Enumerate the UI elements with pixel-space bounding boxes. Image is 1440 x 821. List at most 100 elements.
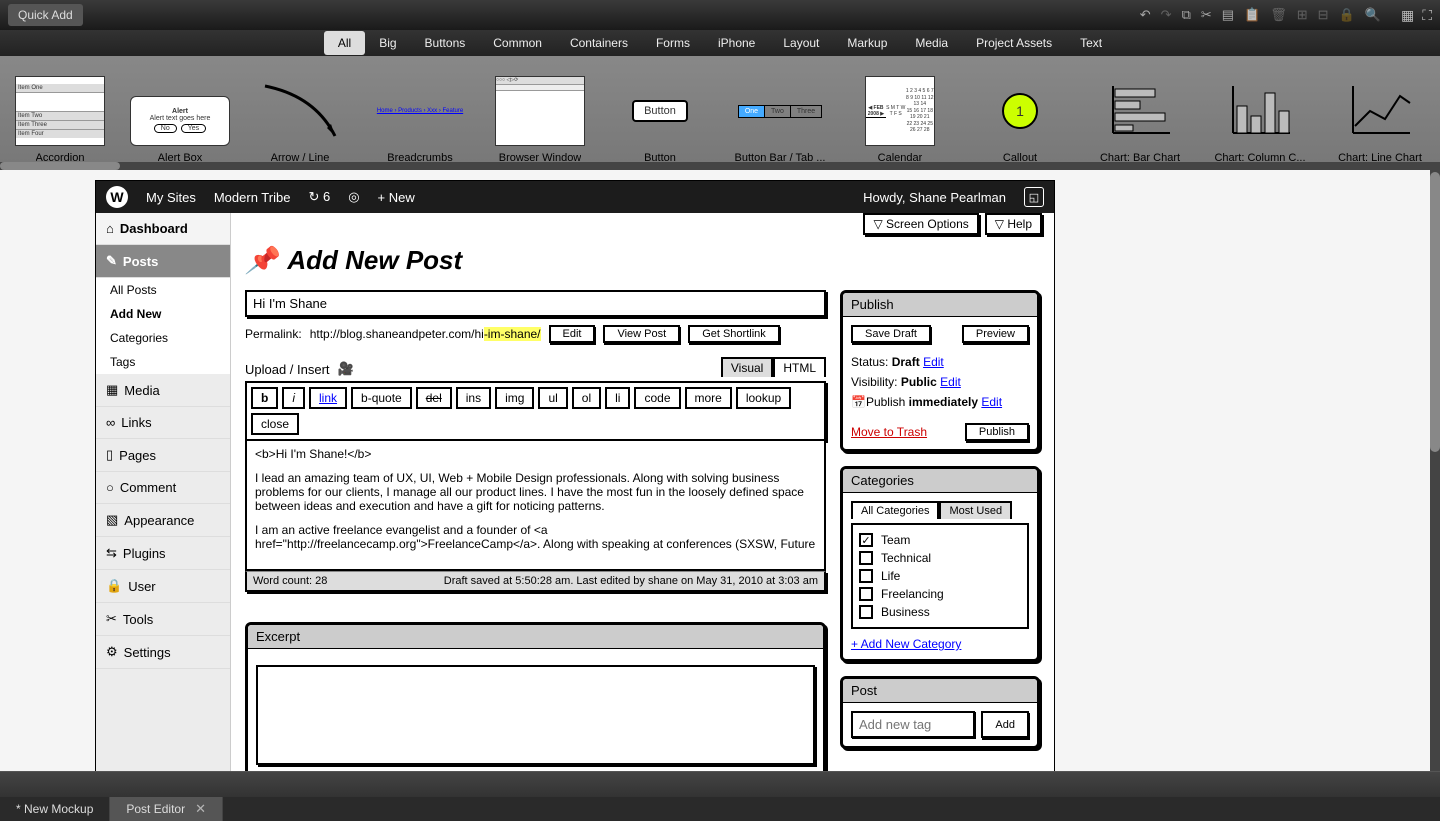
canvas-vertical-scrollbar[interactable] xyxy=(1430,170,1440,771)
editor-content-area[interactable]: <b>Hi I'm Shane!</b> I lead an amazing t… xyxy=(245,441,826,571)
asset-line-chart[interactable]: Chart: Line Chart xyxy=(1320,56,1440,170)
post-title-input[interactable] xyxy=(245,290,826,317)
sidebar-item-pages[interactable]: ▯Pages xyxy=(96,439,230,472)
sidebar-item-links[interactable]: ∞Links xyxy=(96,407,230,439)
asset-alert-box[interactable]: AlertAlert text goes hereNoYesAlert Box xyxy=(120,56,240,170)
get-shortlink-button[interactable]: Get Shortlink xyxy=(688,325,780,343)
editor-del-button[interactable]: del xyxy=(416,387,452,409)
ungroup-icon[interactable]: ⊟ xyxy=(1318,7,1329,23)
category-checkbox-row[interactable]: Life xyxy=(859,567,1021,585)
clipboard-icon[interactable]: 📋 xyxy=(1244,7,1260,23)
asset-button-bar[interactable]: OneTwoThreeButton Bar / Tab ... xyxy=(720,56,840,170)
checkbox-icon[interactable] xyxy=(859,551,873,565)
sidebar-item-dashboard[interactable]: ⌂Dashboard xyxy=(96,213,230,245)
view-post-button[interactable]: View Post xyxy=(603,325,680,343)
category-checkbox-row[interactable]: ✓Team xyxy=(859,531,1021,549)
asset-accordion[interactable]: Item OneItem TwoItem ThreeItem FourAccor… xyxy=(0,56,120,170)
add-new-category-link[interactable]: + Add New Category xyxy=(851,637,961,651)
tab-all-categories[interactable]: All Categories xyxy=(851,501,939,519)
publish-button[interactable]: Publish xyxy=(965,423,1029,441)
category-tab[interactable]: Project Assets xyxy=(962,31,1066,55)
howdy-label[interactable]: Howdy, Shane Pearlman xyxy=(863,190,1006,205)
cut-icon[interactable]: ✂ xyxy=(1201,7,1212,23)
preview-button[interactable]: Preview xyxy=(962,325,1029,343)
asset-calendar[interactable]: ◀ FEB 2008 ▶S M T W T F S1 2 3 4 5 6 78 … xyxy=(840,56,960,170)
category-tab[interactable]: Common xyxy=(479,31,556,55)
excerpt-textarea[interactable] xyxy=(256,665,815,765)
group-icon[interactable]: ⊞ xyxy=(1297,7,1308,23)
category-tab[interactable]: Buttons xyxy=(411,31,480,55)
checkbox-icon[interactable] xyxy=(859,605,873,619)
move-to-trash-link[interactable]: Move to Trash xyxy=(851,425,927,439)
editor-ins-button[interactable]: ins xyxy=(456,387,491,409)
delete-icon[interactable]: 🗑 xyxy=(1270,7,1287,23)
editor-tab-html[interactable]: HTML xyxy=(773,357,826,377)
doc-tab-post-editor[interactable]: Post Editor✕ xyxy=(110,797,223,821)
category-tab[interactable]: Containers xyxy=(556,31,642,55)
category-checkbox-row[interactable]: Freelancing xyxy=(859,585,1021,603)
comments-icon[interactable]: ◎ xyxy=(348,189,359,205)
add-tag-input[interactable] xyxy=(851,711,975,738)
new-button[interactable]: + New xyxy=(378,190,415,205)
close-icon[interactable]: ✕ xyxy=(195,801,206,817)
editor-lookup-button[interactable]: lookup xyxy=(736,387,791,409)
asset-bar-chart[interactable]: Chart: Bar Chart xyxy=(1080,56,1200,170)
category-checkbox-row[interactable]: Technical xyxy=(859,549,1021,567)
asset-shelf-scrollbar[interactable] xyxy=(0,162,1440,170)
editor-close-button[interactable]: close xyxy=(251,413,299,435)
category-checkbox-row[interactable]: Business xyxy=(859,603,1021,621)
category-tab[interactable]: Forms xyxy=(642,31,704,55)
editor-ol-button[interactable]: ol xyxy=(572,387,601,409)
screen-options-button[interactable]: ▽ Screen Options xyxy=(863,213,978,235)
my-sites-link[interactable]: My Sites xyxy=(146,190,196,205)
edit-visibility-link[interactable]: Edit xyxy=(940,375,961,389)
canvas[interactable]: W My Sites Modern Tribe ↻ 6 ◎ + New Howd… xyxy=(0,170,1440,771)
editor-link-button[interactable]: link xyxy=(309,387,347,409)
quick-add-button[interactable]: Quick Add xyxy=(8,4,83,26)
sidebar-item-plugins[interactable]: ⇆Plugins xyxy=(96,537,230,570)
sidebar-item-comment[interactable]: ○Comment xyxy=(96,472,230,504)
updates-count[interactable]: ↻ 6 xyxy=(308,189,330,205)
sidebar-item-posts[interactable]: ✎Posts xyxy=(96,245,230,278)
grid-icon[interactable]: ▦ xyxy=(1401,7,1414,24)
user-avatar-icon[interactable]: ◱ xyxy=(1024,187,1044,207)
asset-arrow-line[interactable]: Arrow / Line xyxy=(240,56,360,170)
help-button[interactable]: ▽ Help xyxy=(985,213,1042,235)
editor-code-button[interactable]: code xyxy=(634,387,680,409)
media-upload-icon[interactable]: 🎥 xyxy=(338,361,354,377)
checkbox-icon[interactable]: ✓ xyxy=(859,533,873,547)
edit-status-link[interactable]: Edit xyxy=(923,355,944,369)
category-tab[interactable]: Layout xyxy=(769,31,833,55)
editor-li-button[interactable]: li xyxy=(605,387,630,409)
checkbox-icon[interactable] xyxy=(859,569,873,583)
sidebar-item-settings[interactable]: ⚙Settings xyxy=(96,636,230,669)
checkbox-icon[interactable] xyxy=(859,587,873,601)
sidebar-item-user[interactable]: 🔒User xyxy=(96,570,230,603)
sidebar-item-appearance[interactable]: ▧Appearance xyxy=(96,504,230,537)
asset-column-chart[interactable]: Chart: Column C... xyxy=(1200,56,1320,170)
tab-most-used[interactable]: Most Used xyxy=(939,501,1012,519)
lock-icon[interactable]: 🔒 xyxy=(1339,7,1355,23)
editor-img-button[interactable]: img xyxy=(495,387,534,409)
copy-icon[interactable]: ⧉ xyxy=(1182,7,1191,23)
edit-permalink-button[interactable]: Edit xyxy=(549,325,596,343)
submenu-categories[interactable]: Categories xyxy=(96,326,230,350)
asset-breadcrumbs[interactable]: Home › Products › Xxx › FeatureBreadcrum… xyxy=(360,56,480,170)
category-tab[interactable]: Text xyxy=(1066,31,1116,55)
sidebar-item-tools[interactable]: ✂Tools xyxy=(96,603,230,636)
category-tab[interactable]: Big xyxy=(365,31,410,55)
category-tab[interactable]: Media xyxy=(901,31,962,55)
editor-bold-button[interactable]: b xyxy=(251,387,278,409)
doc-tab-new-mockup[interactable]: * New Mockup xyxy=(0,797,110,821)
sidebar-item-media[interactable]: ▦Media xyxy=(96,374,230,407)
wordpress-logo-icon[interactable]: W xyxy=(106,186,128,208)
asset-browser-window[interactable]: ○○○ ◁▷⟳Browser Window xyxy=(480,56,600,170)
submenu-all-posts[interactable]: All Posts xyxy=(96,278,230,302)
submenu-add-new[interactable]: Add New xyxy=(96,302,230,326)
fullscreen-icon[interactable]: ⛶ xyxy=(1422,7,1432,24)
add-tag-button[interactable]: Add xyxy=(981,711,1029,738)
category-tab-all[interactable]: All xyxy=(324,31,365,55)
redo-icon[interactable]: ↷ xyxy=(1161,7,1172,23)
category-tab[interactable]: Markup xyxy=(833,31,901,55)
undo-icon[interactable]: ↶ xyxy=(1140,7,1151,23)
